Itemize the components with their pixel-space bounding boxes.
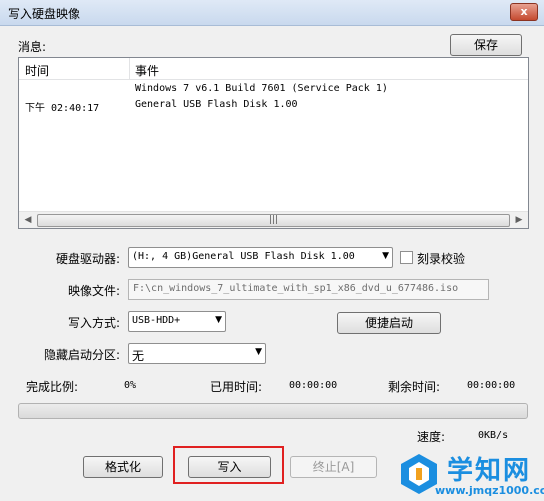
save-button[interactable]: 保存 xyxy=(450,34,522,56)
drive-select[interactable]: (H:, 4 GB)General USB Flash Disk 1.00 ▼ xyxy=(128,247,393,268)
chevron-down-icon: ▼ xyxy=(215,315,222,325)
quick-boot-button[interactable]: 便捷启动 xyxy=(337,312,441,334)
remaining-time-label: 剩余时间: xyxy=(388,380,441,394)
remaining-time-value: 00:00:00 xyxy=(467,380,516,391)
column-divider[interactable] xyxy=(129,58,130,79)
speed-value: 0KB/s xyxy=(478,430,509,441)
list-header: 时间 事件 xyxy=(19,58,528,80)
elapsed-time-value: 00:00:00 xyxy=(289,380,338,391)
watermark-name: 学知网 xyxy=(447,456,532,486)
column-header-time[interactable]: 时间 xyxy=(25,62,49,79)
done-ratio-value: 0% xyxy=(124,380,137,391)
row-event: General USB Flash Disk 1.00 xyxy=(135,99,298,110)
watermark: 学知网 www.jmqz1000.com xyxy=(395,448,544,501)
hidden-partition-value: 无 xyxy=(132,349,145,363)
row-event: Windows 7 v6.1 Build 7601 (Service Pack … xyxy=(135,83,388,94)
scroll-thumb[interactable]: ||| xyxy=(37,214,510,227)
verify-checkbox[interactable] xyxy=(400,251,413,264)
hidden-partition-select[interactable]: 无 ▼ xyxy=(128,343,266,364)
scroll-right-icon[interactable]: ▶ xyxy=(513,214,525,226)
close-icon: x xyxy=(520,5,528,18)
write-mode-value: USB-HDD+ xyxy=(132,315,181,326)
window-title: 写入硬盘映像 xyxy=(8,7,81,21)
list-item[interactable]: 下午 02:40:17 General USB Flash Disk 1.00 xyxy=(19,98,528,114)
scroll-left-icon[interactable]: ◀ xyxy=(22,214,34,226)
image-file-field[interactable]: F:\cn_windows_7_ultimate_with_sp1_x86_dv… xyxy=(128,279,489,300)
message-list[interactable]: 时间 事件 Windows 7 v6.1 Build 7601 (Service… xyxy=(18,57,529,229)
progress-bar xyxy=(18,403,528,419)
highlight-box xyxy=(173,446,284,484)
write-mode-label: 写入方式: xyxy=(68,316,121,330)
elapsed-time-label: 已用时间: xyxy=(210,380,263,394)
image-file-value: F:\cn_windows_7_ultimate_with_sp1_x86_dv… xyxy=(133,283,459,294)
chevron-down-icon: ▼ xyxy=(382,251,389,261)
drive-label: 硬盘驱动器: xyxy=(56,252,121,266)
speed-label: 速度: xyxy=(417,430,446,444)
row-time: 下午 02:40:17 xyxy=(25,103,100,114)
format-button[interactable]: 格式化 xyxy=(83,456,163,478)
title-bar: 写入硬盘映像 x xyxy=(0,0,544,26)
watermark-logo-icon xyxy=(401,454,437,494)
list-item[interactable]: Windows 7 v6.1 Build 7601 (Service Pack … xyxy=(19,82,528,98)
write-mode-select[interactable]: USB-HDD+ ▼ xyxy=(128,311,226,332)
grip-icon: ||| xyxy=(268,215,279,225)
watermark-url: www.jmqz1000.com xyxy=(435,484,544,497)
messages-label: 消息: xyxy=(18,40,47,54)
image-file-label: 映像文件: xyxy=(68,284,121,298)
close-button[interactable]: x xyxy=(510,3,538,21)
column-header-event[interactable]: 事件 xyxy=(135,62,159,79)
verify-label[interactable]: 刻录校验 xyxy=(417,250,465,267)
done-ratio-label: 完成比例: xyxy=(26,380,79,394)
chevron-down-icon: ▼ xyxy=(255,347,262,357)
hidden-partition-label: 隐藏启动分区: xyxy=(44,348,121,362)
drive-select-value: (H:, 4 GB)General USB Flash Disk 1.00 xyxy=(132,251,355,262)
stop-button: 终止[A] xyxy=(290,456,377,478)
horizontal-scrollbar[interactable]: ◀ ||| ▶ xyxy=(19,211,528,228)
